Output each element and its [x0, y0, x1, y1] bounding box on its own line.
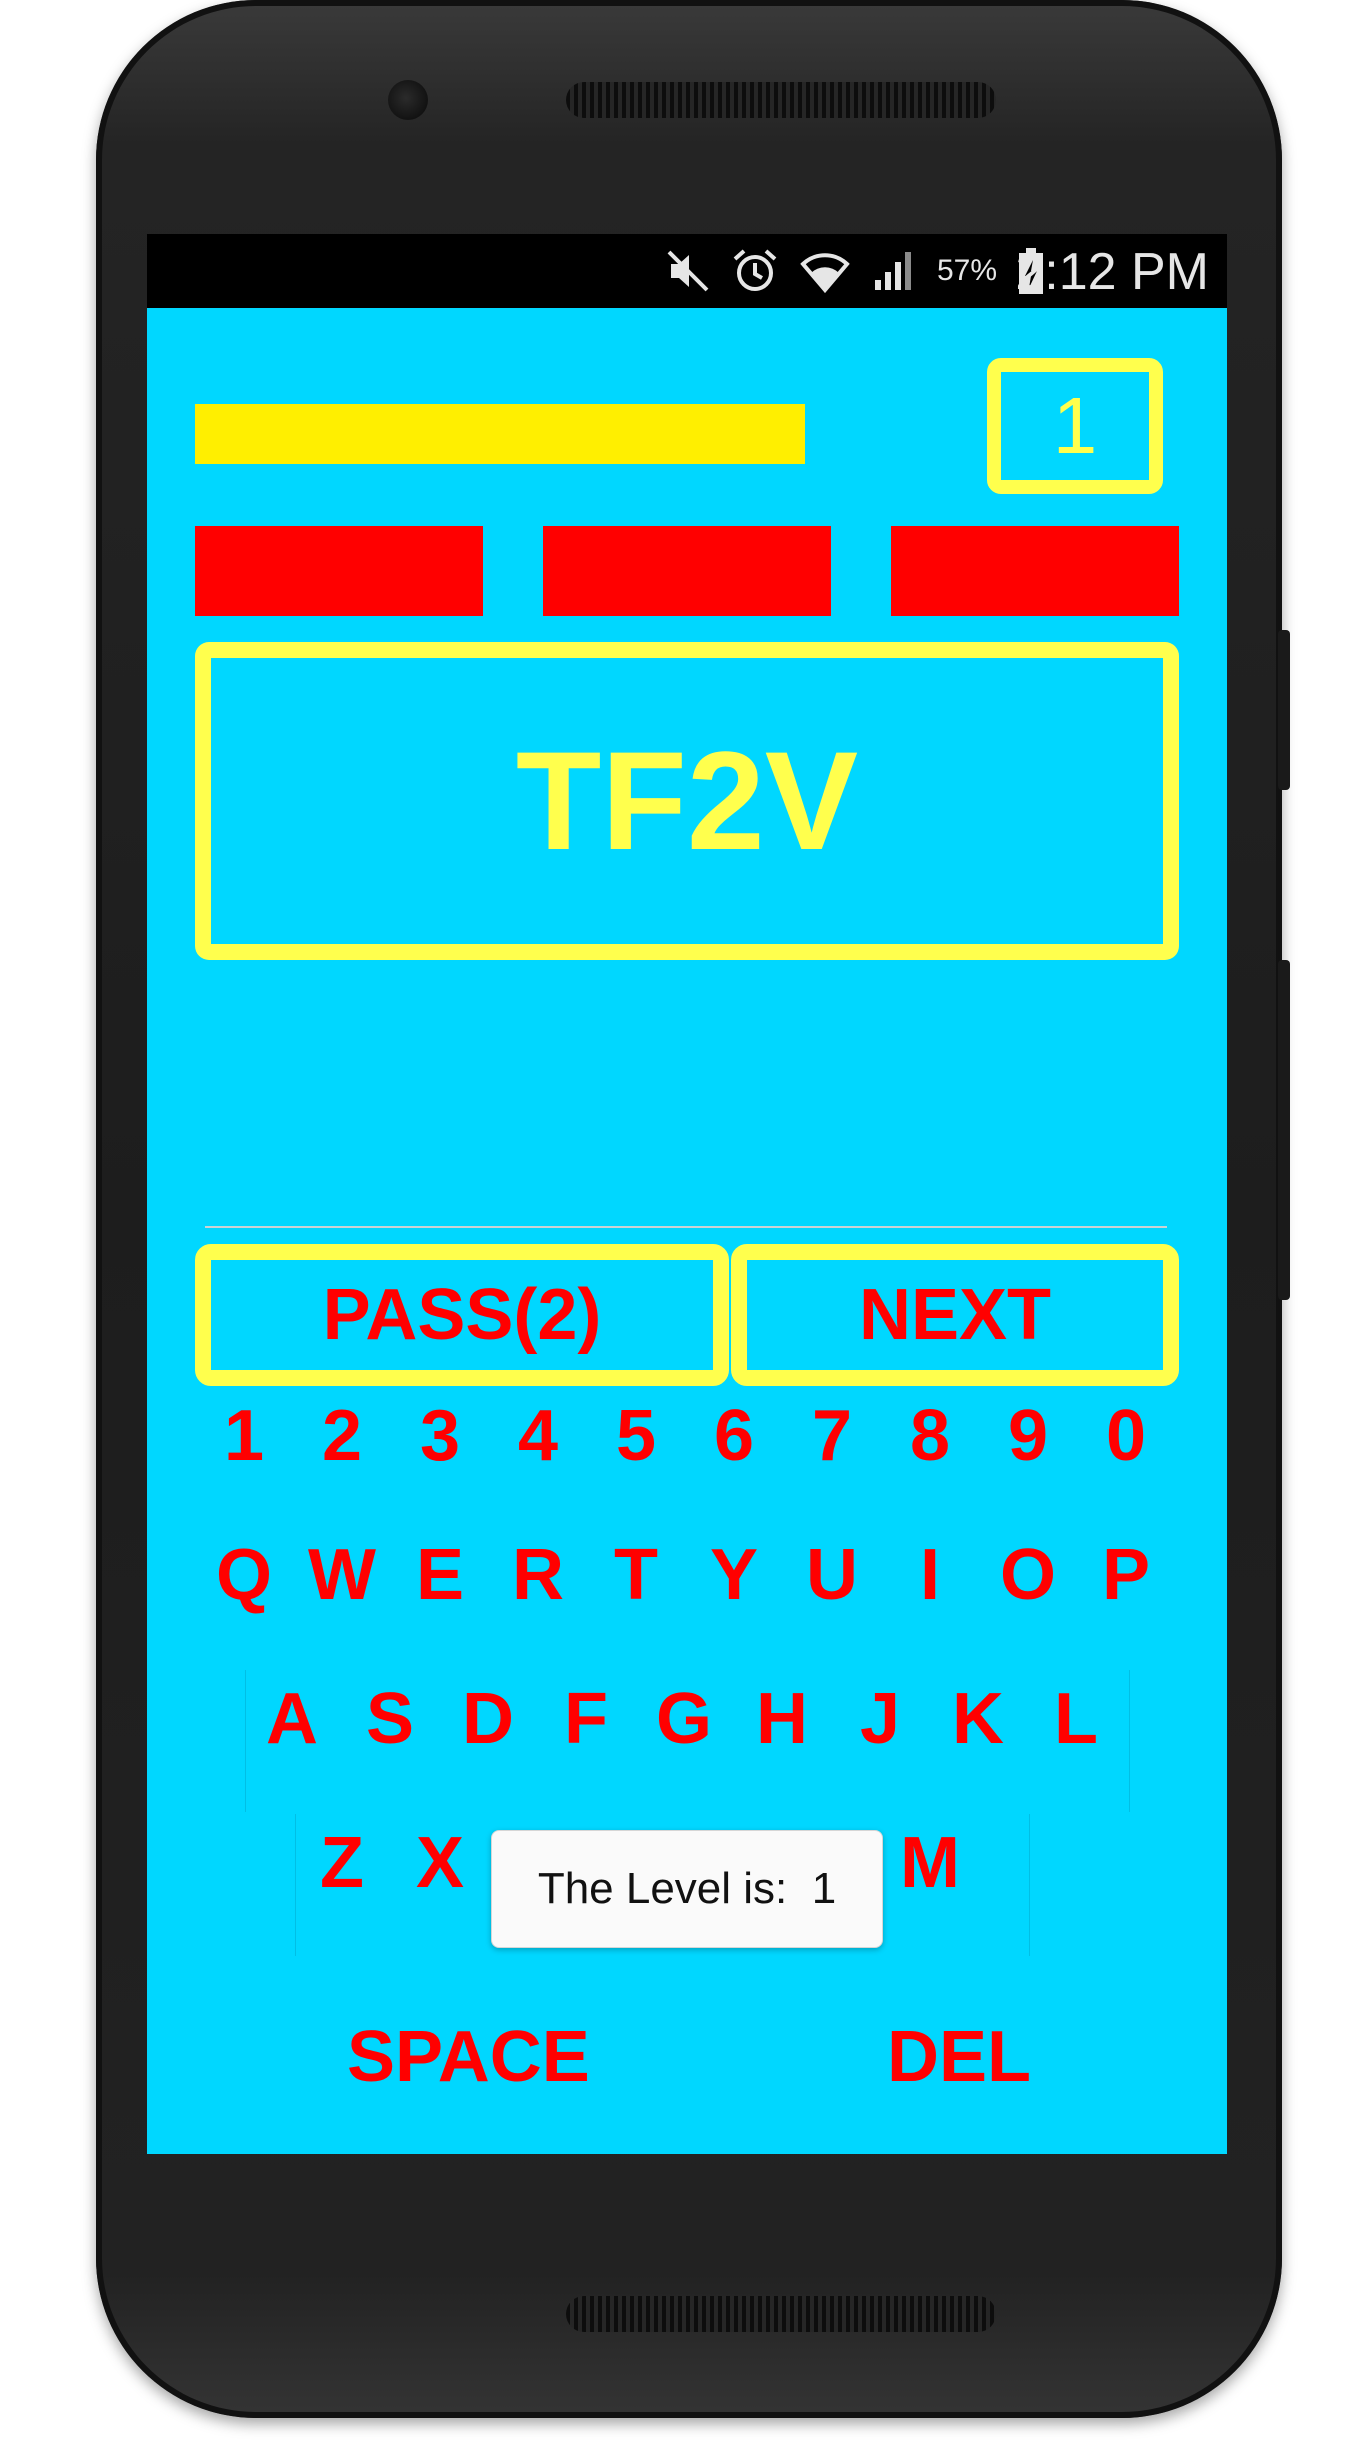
- level-indicator: 1: [987, 358, 1163, 494]
- power-button: [1278, 630, 1290, 790]
- key-5[interactable]: 5: [591, 1391, 681, 1481]
- key-s[interactable]: S: [345, 1674, 435, 1764]
- key-3[interactable]: 3: [395, 1391, 485, 1481]
- key-7[interactable]: 7: [787, 1391, 877, 1481]
- key-m[interactable]: M: [885, 1818, 975, 1908]
- key-6[interactable]: 6: [689, 1391, 779, 1481]
- keyboard-row-edge: [1029, 1814, 1030, 1956]
- status-bar: 57% 2:12 PM: [147, 234, 1227, 308]
- key-y[interactable]: Y: [689, 1530, 779, 1620]
- key-t[interactable]: T: [591, 1530, 681, 1620]
- key-a[interactable]: A: [247, 1674, 337, 1764]
- status-icons: 57%: [665, 246, 1045, 296]
- timer-progress-bar: [195, 404, 805, 464]
- key-z[interactable]: Z: [297, 1818, 387, 1908]
- key-i[interactable]: I: [885, 1530, 975, 1620]
- keyboard-row-edge: [1129, 1670, 1130, 1812]
- key-e[interactable]: E: [395, 1530, 485, 1620]
- target-code-display: TF2V: [195, 642, 1179, 960]
- key-j[interactable]: J: [835, 1674, 925, 1764]
- pass-button[interactable]: PASS(2): [195, 1244, 729, 1386]
- key-h[interactable]: H: [737, 1674, 827, 1764]
- input-underline: [205, 1226, 1167, 1228]
- key-0[interactable]: 0: [1081, 1391, 1171, 1481]
- screen: 57% 2:12 PM 1 TF2V PASS(2) NEXT 12345678…: [147, 234, 1227, 2154]
- delete-key[interactable]: DEL: [887, 2012, 1031, 2102]
- key-4[interactable]: 4: [493, 1391, 583, 1481]
- space-key[interactable]: SPACE: [347, 2012, 590, 2102]
- keyboard-row-edge: [245, 1670, 246, 1812]
- status-clock: 2:12 PM: [1015, 243, 1209, 301]
- key-p[interactable]: P: [1081, 1530, 1171, 1620]
- top-speaker: [566, 82, 996, 118]
- life-indicator: [195, 526, 483, 616]
- key-x[interactable]: X: [395, 1818, 485, 1908]
- key-f[interactable]: F: [541, 1674, 631, 1764]
- volume-button: [1278, 960, 1290, 1300]
- key-r[interactable]: R: [493, 1530, 583, 1620]
- key-o[interactable]: O: [983, 1530, 1073, 1620]
- key-8[interactable]: 8: [885, 1391, 975, 1481]
- mute-icon: [667, 250, 709, 292]
- key-k[interactable]: K: [933, 1674, 1023, 1764]
- key-l[interactable]: L: [1031, 1674, 1121, 1764]
- life-indicator: [891, 526, 1179, 616]
- alarm-icon: [733, 249, 777, 291]
- keyboard-row-edge: [295, 1814, 296, 1956]
- key-d[interactable]: D: [443, 1674, 533, 1764]
- key-u[interactable]: U: [787, 1530, 877, 1620]
- key-w[interactable]: W: [297, 1530, 387, 1620]
- key-2[interactable]: 2: [297, 1391, 387, 1481]
- battery-percent: 57%: [936, 254, 997, 287]
- wifi-icon: [800, 253, 850, 294]
- front-camera: [388, 80, 428, 120]
- key-1[interactable]: 1: [199, 1391, 289, 1481]
- next-button[interactable]: NEXT: [731, 1244, 1179, 1386]
- toast-message: The Level is: 1: [491, 1830, 883, 1948]
- cell-signal-icon: [874, 252, 911, 290]
- phone-frame: 57% 2:12 PM 1 TF2V PASS(2) NEXT 12345678…: [96, 0, 1290, 2418]
- bottom-speaker: [566, 2296, 996, 2332]
- key-9[interactable]: 9: [983, 1391, 1073, 1481]
- key-g[interactable]: G: [639, 1674, 729, 1764]
- life-indicator: [543, 526, 831, 616]
- key-q[interactable]: Q: [199, 1530, 289, 1620]
